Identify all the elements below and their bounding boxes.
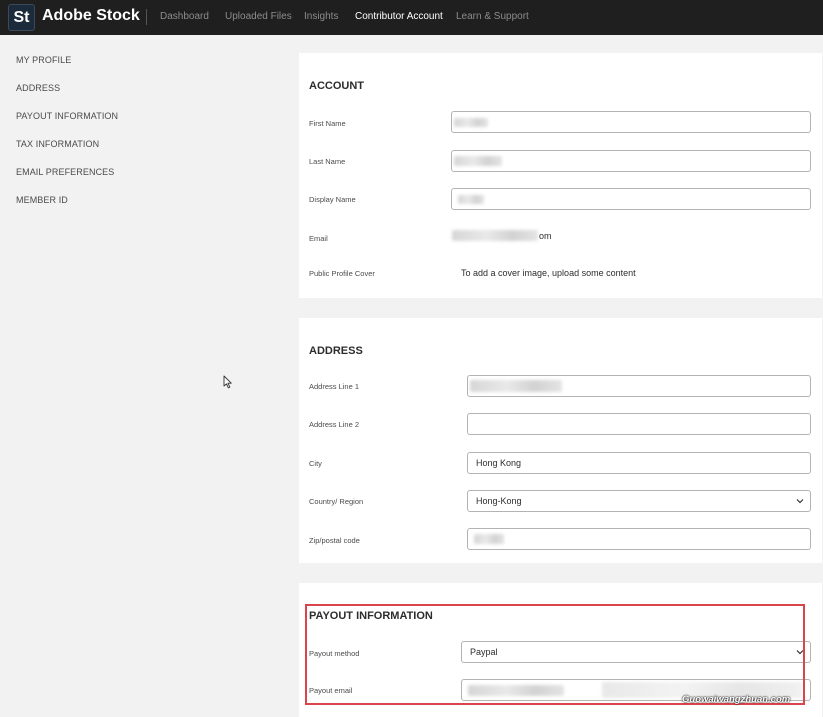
first-name-field[interactable]: [451, 111, 811, 133]
country-label: Country/ Region: [309, 497, 364, 506]
country-value: Hong-Kong: [476, 496, 522, 506]
address-line1-label: Address Line 1: [309, 382, 360, 391]
email-value: om: [539, 231, 552, 241]
zip-field[interactable]: [467, 528, 811, 550]
redacted-email: [452, 230, 538, 241]
app-title[interactable]: Adobe Stock: [42, 7, 140, 25]
adobe-stock-logo-icon[interactable]: St: [8, 4, 35, 31]
account-card: ACCOUNT First Name Last Name Display Nam…: [299, 53, 822, 298]
last-name-field[interactable]: [451, 150, 811, 172]
city-label: City: [309, 459, 322, 468]
mouse-cursor-icon: [223, 375, 232, 389]
address-card: ADDRESS Address Line 1 Address Line 2 Ci…: [299, 318, 822, 563]
display-name-label: Display Name: [309, 195, 356, 204]
account-title: ACCOUNT: [309, 80, 364, 92]
redacted-value: [474, 534, 504, 544]
address-title: ADDRESS: [309, 345, 363, 357]
email-label: Email: [309, 234, 328, 243]
address-line2-label: Address Line 2: [309, 420, 360, 429]
nav-divider: [146, 9, 147, 25]
city-field[interactable]: Hong Kong: [467, 452, 811, 474]
redacted-value: [470, 380, 562, 392]
sidebar-item-member-id[interactable]: MEMBER ID: [16, 195, 68, 205]
sidebar-item-address[interactable]: ADDRESS: [16, 83, 60, 93]
redacted-value: [458, 195, 484, 204]
last-name-label: Last Name: [309, 157, 346, 166]
country-select[interactable]: Hong-Kong: [467, 490, 811, 512]
payout-highlight-box: [305, 604, 805, 705]
first-name-label: First Name: [309, 119, 346, 128]
top-nav-bar: St Adobe Stock Dashboard Uploaded Files …: [0, 0, 823, 35]
sidebar-item-my-profile[interactable]: MY PROFILE: [16, 55, 71, 65]
sidebar-item-tax-information[interactable]: TAX INFORMATION: [16, 139, 99, 149]
sidebar-item-payout-information[interactable]: PAYOUT INFORMATION: [16, 111, 118, 121]
zip-label: Zip/postal code: [309, 536, 360, 545]
nav-contributor-account[interactable]: Contributor Account: [355, 11, 443, 22]
cover-label: Public Profile Cover: [309, 269, 375, 278]
display-name-field[interactable]: [451, 188, 811, 210]
redacted-value: [454, 156, 502, 166]
address-line2-field[interactable]: [467, 413, 811, 435]
cover-text: To add a cover image, upload some conten…: [461, 268, 636, 278]
nav-learn-support[interactable]: Learn & Support: [456, 11, 529, 22]
nav-insights[interactable]: Insights: [304, 11, 338, 22]
redacted-value: [454, 118, 488, 127]
nav-uploaded-files[interactable]: Uploaded Files: [225, 11, 292, 22]
chevron-down-icon: [796, 499, 804, 504]
address-line1-field[interactable]: [467, 375, 811, 397]
nav-dashboard[interactable]: Dashboard: [160, 11, 209, 22]
site-watermark: Guowaiwangzhuan.com: [682, 694, 791, 705]
sidebar-item-email-preferences[interactable]: EMAIL PREFERENCES: [16, 167, 114, 177]
